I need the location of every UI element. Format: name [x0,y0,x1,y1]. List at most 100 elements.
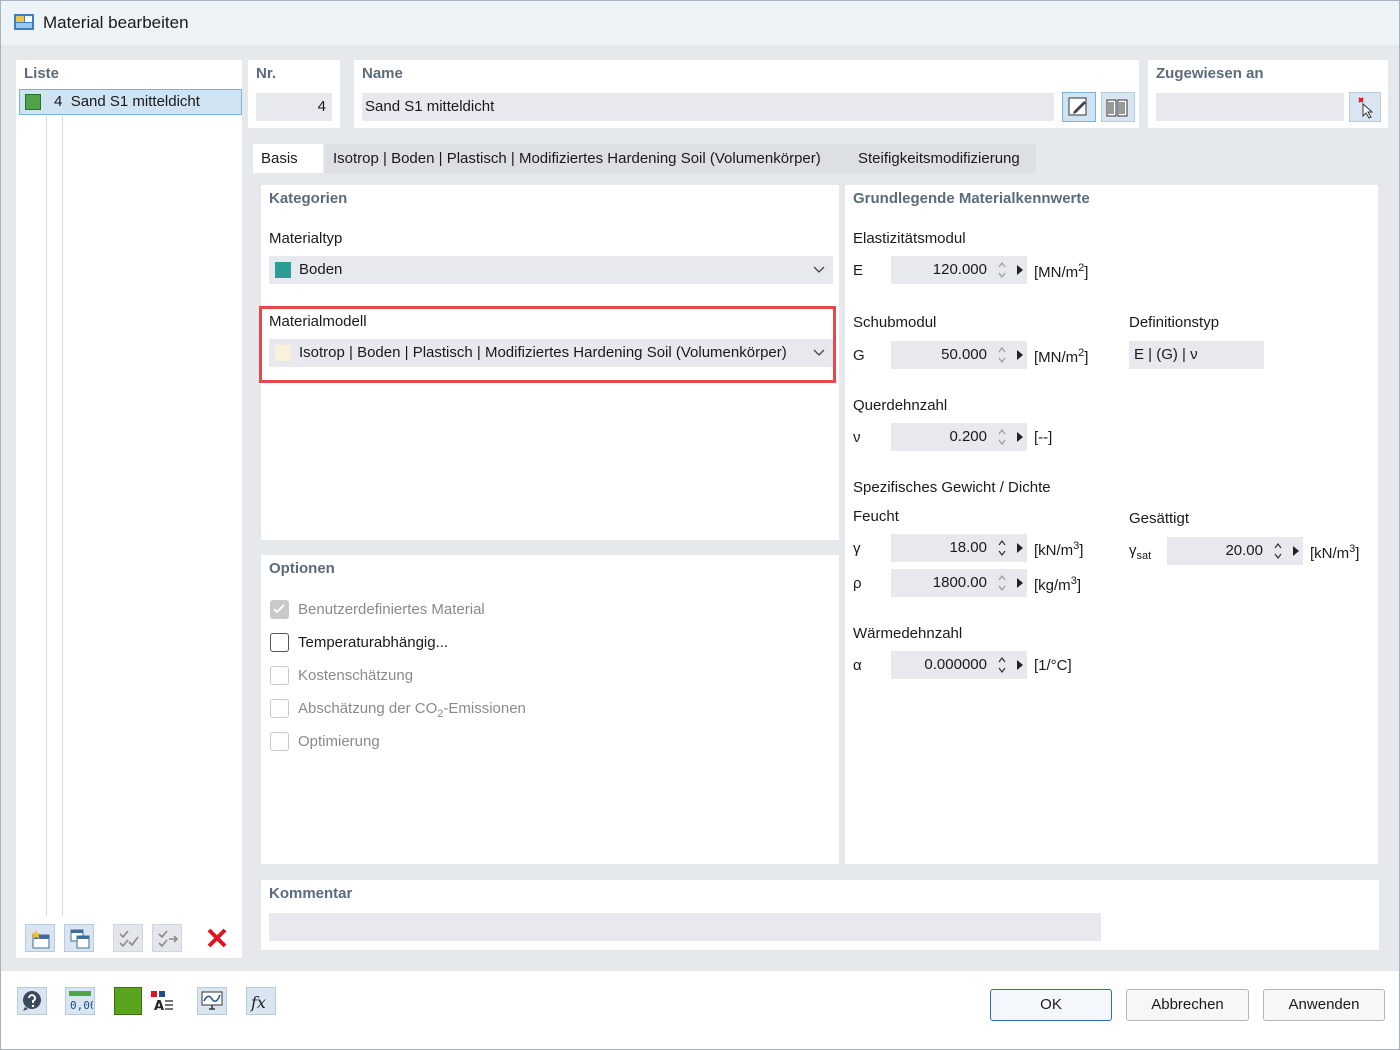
list-item[interactable]: 4 Sand S1 mitteldicht [19,89,242,115]
optimization-checkbox[interactable] [270,732,289,751]
delete-button[interactable] [202,924,232,952]
assigned-field[interactable] [1156,93,1344,121]
rho-input[interactable]: 1800.00 [891,569,1027,597]
spinner-icon [998,540,1006,556]
poisson-ratio-value: 0.200 [949,428,987,445]
renumber-button[interactable] [152,924,182,952]
poisson-ratio-input[interactable]: 0.200 [891,423,1027,451]
thermal-expansion-label: Wärmedehnzahl [853,625,963,642]
elastic-modulus-input[interactable]: 120.000 [891,256,1027,284]
checkmark-icon [273,604,285,614]
text-style-button[interactable]: A [147,987,177,1015]
tab-material-model[interactable]: Isotrop | Boden | Plastisch | Modifizier… [325,144,850,173]
expand-arrow-icon[interactable] [1017,350,1023,360]
gamma-sat-input[interactable]: 20.00 [1167,537,1303,565]
shear-modulus-unit: [MN/m2] [1034,347,1089,366]
material-type-label: Materialtyp [269,230,343,247]
gamma-sat-symbol: γsat [1129,542,1152,562]
check-icon [119,930,139,948]
shear-modulus-input[interactable]: 50.000 [891,341,1027,369]
comment-header: Kommentar [269,885,353,902]
copy-material-button[interactable] [64,924,94,952]
spinner-icon [998,429,1006,445]
gamma-value: 18.00 [949,539,987,556]
assigned-panel: Zugewiesen an [1148,60,1388,128]
number-header: Nr. [256,65,277,82]
library-button[interactable] [1101,92,1135,122]
list-item-number: 4 [54,93,63,110]
check-button[interactable] [113,924,143,952]
spinner-icon [998,657,1006,673]
saturated-label: Gesättigt [1129,510,1190,527]
name-value: Sand S1 mitteldicht [365,98,495,115]
cost-estimation-checkbox[interactable] [270,666,289,685]
shear-modulus-symbol: G [853,347,865,364]
select-assignment-button[interactable] [1349,92,1381,122]
bottom-bar: 0,00 A fx OK Abbrech [1,971,1399,1049]
expand-arrow-icon[interactable] [1017,265,1023,275]
gamma-input[interactable]: 18.00 [891,534,1027,562]
thermal-expansion-unit: [1/°C] [1034,657,1072,674]
definition-type-value: E | (G) | ν [1134,346,1198,363]
material-app-icon [14,14,34,30]
spinner-icon [998,575,1006,591]
svg-text:0,00: 0,00 [70,999,93,1012]
name-panel: Name Sand S1 mitteldicht [354,60,1139,128]
display-button[interactable] [197,987,227,1015]
material-edit-dialog: Material bearbeiten Liste 4 Sand S1 mitt… [0,0,1400,1050]
poisson-ratio-label: Querdehnzahl [853,397,948,414]
options-header: Optionen [269,560,335,577]
gamma-sat-value: 20.00 [1225,542,1263,559]
custom-material-checkbox[interactable] [270,600,289,619]
edit-pencil-icon [1068,97,1087,116]
definition-type-label: Definitionstyp [1129,314,1220,331]
expand-arrow-icon[interactable] [1293,546,1299,556]
number-field[interactable]: 4 [256,93,332,121]
tab-basis[interactable]: Basis [253,144,323,173]
expand-arrow-icon[interactable] [1017,543,1023,553]
number-panel: Nr. 4 [248,60,340,128]
color-button[interactable] [114,987,142,1015]
basic-properties-panel: Grundlegende Materialkennwerte Elastizit… [845,185,1378,864]
optimization-label: Optimierung [298,733,380,750]
cancel-button[interactable]: Abbrechen [1126,989,1249,1021]
material-model-highlight [259,306,836,383]
thermal-expansion-value: 0.000000 [924,656,987,673]
expand-arrow-icon[interactable] [1017,660,1023,670]
shear-modulus-label: Schubmodul [853,314,937,331]
co2-estimation-checkbox[interactable] [270,699,289,718]
co2-estimation-label: Abschätzung der CO2-Emissionen [298,700,526,720]
edit-name-button[interactable] [1062,92,1096,122]
delete-icon [207,928,227,948]
units-button[interactable]: 0,00 [65,987,95,1015]
title-bar: Material bearbeiten [1,1,1399,45]
ok-button[interactable]: OK [990,989,1112,1021]
spinner-icon [1274,543,1282,559]
expand-arrow-icon[interactable] [1017,578,1023,588]
temperature-dependent-checkbox[interactable] [270,633,289,652]
tree-line [62,116,63,916]
thermal-expansion-input[interactable]: 0.000000 [891,651,1027,679]
list-panel: Liste 4 Sand S1 mitteldicht [16,60,242,958]
tree-line [46,116,47,916]
units-icon: 0,00 [69,991,93,1012]
name-field[interactable]: Sand S1 mitteldicht [362,93,1054,121]
apply-button[interactable]: Anwenden [1263,989,1385,1021]
thermal-expansion-symbol: α [853,657,862,674]
definition-type-field: E | (G) | ν [1129,341,1264,369]
material-type-dropdown[interactable]: Boden [269,256,833,284]
formula-button[interactable]: fx [246,987,276,1015]
gamma-symbol: γ [853,540,861,557]
help-button[interactable] [17,987,47,1015]
comment-panel: Kommentar [261,880,1379,950]
expand-arrow-icon[interactable] [1017,432,1023,442]
moist-label: Feucht [853,508,899,525]
custom-material-label: Benutzerdefiniertes Material [298,601,485,618]
categories-header: Kategorien [269,190,348,207]
text-style-icon: A [151,991,173,1013]
comment-field[interactable] [269,913,1101,941]
tab-stiffness-modification[interactable]: Steifigkeitsmodifizierung [850,144,1036,173]
poisson-ratio-symbol: ν [853,429,861,446]
new-material-button[interactable] [25,924,55,952]
select-cursor-icon [1358,97,1374,119]
